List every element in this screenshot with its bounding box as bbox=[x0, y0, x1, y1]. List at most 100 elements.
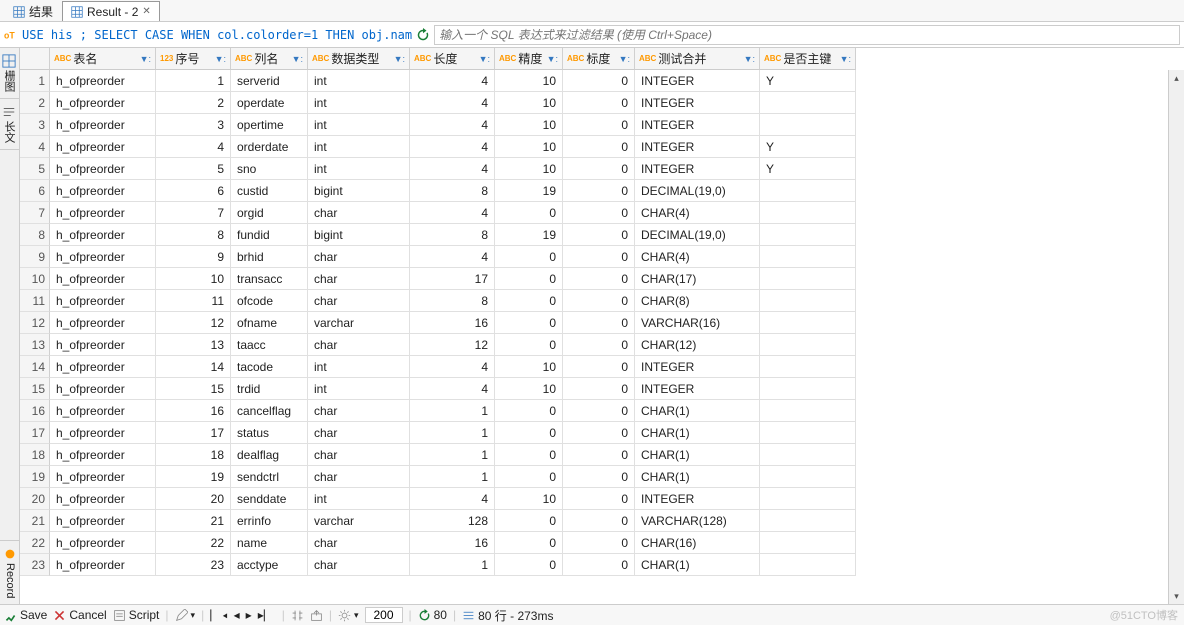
cell[interactable]: 1 bbox=[410, 422, 495, 444]
cell[interactable]: VARCHAR(16) bbox=[635, 312, 760, 334]
cell[interactable]: 19 bbox=[495, 180, 563, 202]
cell[interactable] bbox=[760, 180, 856, 202]
cell[interactable]: tacode bbox=[231, 356, 308, 378]
filter-icon[interactable]: ▼: bbox=[140, 54, 151, 64]
column-header-prec[interactable]: ABC精度▼: bbox=[495, 48, 563, 70]
cell[interactable]: 10 bbox=[495, 136, 563, 158]
cell[interactable]: 0 bbox=[563, 92, 635, 114]
cell[interactable]: 128 bbox=[410, 510, 495, 532]
cell[interactable] bbox=[760, 224, 856, 246]
cell[interactable]: h_ofpreorder bbox=[50, 224, 156, 246]
cell[interactable] bbox=[760, 444, 856, 466]
cell[interactable]: Y bbox=[760, 158, 856, 180]
filter-icon[interactable]: ▼: bbox=[215, 54, 226, 64]
tab-result-2[interactable]: Result - 2 ✕ bbox=[62, 1, 160, 21]
cell[interactable] bbox=[760, 356, 856, 378]
cell[interactable]: 23 bbox=[156, 554, 231, 576]
cell[interactable]: 0 bbox=[495, 400, 563, 422]
cell[interactable]: 0 bbox=[563, 224, 635, 246]
cell[interactable]: brhid bbox=[231, 246, 308, 268]
cell[interactable]: 8 bbox=[156, 224, 231, 246]
cell[interactable]: 5 bbox=[156, 158, 231, 180]
cell[interactable]: INTEGER bbox=[635, 92, 760, 114]
row-number[interactable]: 2 bbox=[20, 92, 50, 114]
cell[interactable]: 10 bbox=[495, 488, 563, 510]
column-header-pk[interactable]: ABC是否主键▼: bbox=[760, 48, 856, 70]
cell[interactable]: char bbox=[308, 422, 410, 444]
cell[interactable]: 4 bbox=[410, 356, 495, 378]
cell[interactable]: 0 bbox=[563, 356, 635, 378]
cell[interactable]: int bbox=[308, 136, 410, 158]
cell[interactable]: 4 bbox=[410, 246, 495, 268]
cell[interactable]: sendctrl bbox=[231, 466, 308, 488]
tab-result-cn[interactable]: 结果 bbox=[4, 1, 62, 21]
cell[interactable]: 20 bbox=[156, 488, 231, 510]
cell[interactable]: 4 bbox=[410, 136, 495, 158]
cell[interactable]: char bbox=[308, 290, 410, 312]
nav-prev[interactable]: ◂ bbox=[234, 608, 240, 622]
row-number[interactable]: 11 bbox=[20, 290, 50, 312]
vertical-scrollbar[interactable]: ▴ ▾ bbox=[1168, 70, 1184, 604]
side-tab-grid[interactable]: 栅图 bbox=[0, 48, 19, 99]
cell[interactable]: CHAR(1) bbox=[635, 400, 760, 422]
cell[interactable]: int bbox=[308, 356, 410, 378]
nav-next[interactable]: ▸ bbox=[246, 608, 252, 622]
row-number[interactable]: 3 bbox=[20, 114, 50, 136]
cell[interactable] bbox=[760, 290, 856, 312]
cell[interactable]: CHAR(4) bbox=[635, 246, 760, 268]
cell[interactable]: INTEGER bbox=[635, 70, 760, 92]
cell[interactable]: 16 bbox=[156, 400, 231, 422]
cell[interactable]: 0 bbox=[563, 334, 635, 356]
page-size-input[interactable] bbox=[365, 607, 403, 623]
cell[interactable]: int bbox=[308, 488, 410, 510]
cell[interactable]: h_ofpreorder bbox=[50, 202, 156, 224]
cell[interactable]: 4 bbox=[410, 488, 495, 510]
cell[interactable] bbox=[760, 334, 856, 356]
cell[interactable]: 17 bbox=[156, 422, 231, 444]
cell[interactable] bbox=[760, 246, 856, 268]
cell[interactable]: h_ofpreorder bbox=[50, 180, 156, 202]
row-number[interactable]: 1 bbox=[20, 70, 50, 92]
cell[interactable]: errinfo bbox=[231, 510, 308, 532]
row-number[interactable]: 9 bbox=[20, 246, 50, 268]
cell[interactable]: char bbox=[308, 268, 410, 290]
script-button[interactable]: Script bbox=[113, 608, 160, 622]
column-header-ord[interactable]: 123序号▼: bbox=[156, 48, 231, 70]
cell[interactable]: CHAR(16) bbox=[635, 532, 760, 554]
cell[interactable]: 0 bbox=[563, 444, 635, 466]
cell[interactable] bbox=[760, 92, 856, 114]
cell[interactable]: 0 bbox=[563, 422, 635, 444]
row-number[interactable]: 23 bbox=[20, 554, 50, 576]
cell[interactable]: int bbox=[308, 114, 410, 136]
row-number[interactable]: 6 bbox=[20, 180, 50, 202]
cell[interactable]: 0 bbox=[563, 532, 635, 554]
cell[interactable]: 0 bbox=[495, 268, 563, 290]
cell[interactable]: 4 bbox=[156, 136, 231, 158]
cell[interactable]: name bbox=[231, 532, 308, 554]
row-number[interactable]: 18 bbox=[20, 444, 50, 466]
cell[interactable]: 0 bbox=[563, 136, 635, 158]
row-number[interactable]: 4 bbox=[20, 136, 50, 158]
cell[interactable]: INTEGER bbox=[635, 488, 760, 510]
row-number[interactable]: 17 bbox=[20, 422, 50, 444]
cell[interactable]: 0 bbox=[495, 202, 563, 224]
cell[interactable]: 0 bbox=[563, 114, 635, 136]
cell[interactable]: 8 bbox=[410, 180, 495, 202]
cell[interactable]: INTEGER bbox=[635, 114, 760, 136]
cell[interactable]: ofname bbox=[231, 312, 308, 334]
cell[interactable] bbox=[760, 378, 856, 400]
cell[interactable]: 0 bbox=[495, 466, 563, 488]
cell[interactable]: 9 bbox=[156, 246, 231, 268]
cell[interactable]: 0 bbox=[563, 70, 635, 92]
cell[interactable]: 0 bbox=[563, 466, 635, 488]
cell[interactable]: 10 bbox=[495, 92, 563, 114]
cell[interactable]: fundid bbox=[231, 224, 308, 246]
cell[interactable]: h_ofpreorder bbox=[50, 290, 156, 312]
cell[interactable]: 0 bbox=[563, 378, 635, 400]
cell[interactable]: 3 bbox=[156, 114, 231, 136]
cell[interactable]: 0 bbox=[563, 554, 635, 576]
cell[interactable]: INTEGER bbox=[635, 356, 760, 378]
cell[interactable]: 0 bbox=[495, 334, 563, 356]
cell[interactable]: operdate bbox=[231, 92, 308, 114]
cell[interactable]: 6 bbox=[156, 180, 231, 202]
